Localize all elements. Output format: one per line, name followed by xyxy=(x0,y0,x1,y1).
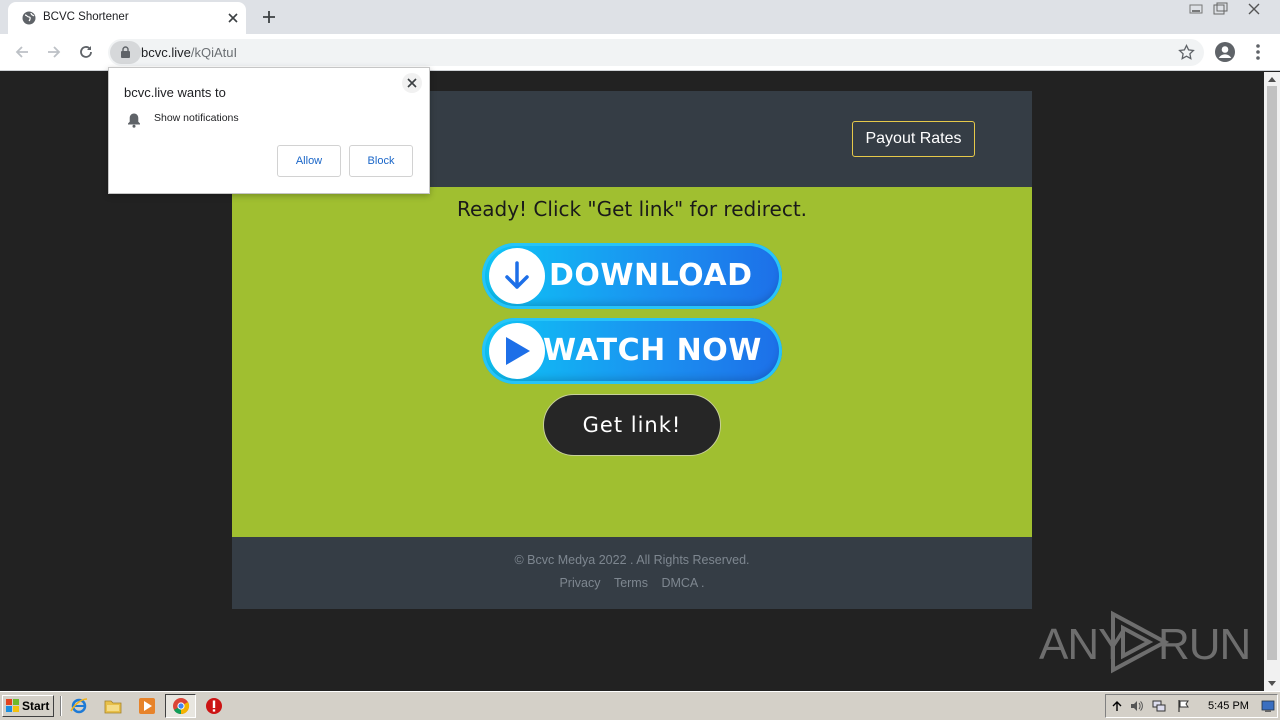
download-label: DOWNLOAD xyxy=(549,258,753,293)
popup-close-button[interactable] xyxy=(402,73,422,93)
anyrun-watermark: ANY RUN xyxy=(1039,610,1251,674)
get-link-button[interactable]: Get link! xyxy=(543,394,721,456)
url-path: /kQiAtuI xyxy=(190,45,238,60)
globe-icon xyxy=(22,11,36,25)
watch-now-ad-button[interactable]: WATCH NOW xyxy=(482,318,782,384)
watch-now-label: WATCH NOW xyxy=(543,333,762,368)
back-arrow-icon[interactable] xyxy=(13,43,31,61)
reload-icon[interactable] xyxy=(77,43,95,61)
dmca-link[interactable]: DMCA . xyxy=(661,576,704,590)
media-player-icon[interactable] xyxy=(138,697,156,715)
forward-arrow-icon[interactable] xyxy=(45,43,63,61)
menu-icon[interactable] xyxy=(1252,43,1264,61)
download-ad-button[interactable]: DOWNLOAD xyxy=(482,243,782,309)
browser-toolbar: bcvc.live/kQiAtuI xyxy=(0,34,1280,71)
site-main: Ready! Click "Get link" for redirect. DO… xyxy=(232,187,1032,537)
scrollbar-thumb[interactable] xyxy=(1267,86,1277,660)
close-icon[interactable] xyxy=(226,11,240,25)
star-icon[interactable] xyxy=(1178,44,1195,61)
terms-link[interactable]: Terms xyxy=(614,576,648,590)
url-text[interactable]: bcvc.live/kQiAtuI xyxy=(141,45,237,60)
tab-strip: BCVC Shortener xyxy=(0,0,1280,34)
site-info-button[interactable] xyxy=(110,41,141,64)
block-button[interactable]: Block xyxy=(349,145,413,177)
vertical-scrollbar[interactable] xyxy=(1264,72,1280,691)
system-tray: 5:45 PM xyxy=(1105,694,1278,718)
watermark-run: RUN xyxy=(1158,620,1251,669)
network-icon[interactable] xyxy=(1152,699,1166,713)
chrome-taskbar-button[interactable] xyxy=(165,694,196,718)
url-host: bcvc.live xyxy=(141,45,191,60)
taskbar-clock[interactable]: 5:45 PM xyxy=(1208,700,1249,712)
windows-logo-icon xyxy=(6,699,19,712)
profile-icon[interactable] xyxy=(1214,41,1236,63)
permission-item: Show notifications xyxy=(154,112,239,124)
tray-expand-icon[interactable] xyxy=(1110,699,1124,713)
maximize-icon[interactable] xyxy=(1208,1,1232,17)
play-icon xyxy=(506,337,530,365)
scroll-down-icon[interactable] xyxy=(1268,681,1276,687)
allow-button[interactable]: Allow xyxy=(277,145,341,177)
volume-icon[interactable] xyxy=(1129,699,1143,713)
download-arrow-icon xyxy=(505,261,529,289)
chrome-icon xyxy=(173,698,190,715)
window-close-icon[interactable] xyxy=(1242,1,1266,17)
minimize-icon[interactable] xyxy=(1184,1,1208,17)
play-circle xyxy=(489,323,545,379)
tab-title: BCVC Shortener xyxy=(43,11,129,23)
copyright-text: © Bcvc Medya 2022 . All Rights Reserved. xyxy=(514,553,750,567)
popup-title: bcvc.live wants to xyxy=(124,85,226,100)
notification-permission-popup: bcvc.live wants to Show notifications Al… xyxy=(108,67,430,194)
browser-tab[interactable]: BCVC Shortener xyxy=(8,2,246,34)
download-circle xyxy=(489,248,545,304)
bell-icon xyxy=(128,113,140,128)
internet-explorer-icon[interactable] xyxy=(70,697,88,715)
plus-icon[interactable] xyxy=(260,8,278,26)
taskbar: Start 5:45 PM xyxy=(0,691,1280,720)
start-label: Start xyxy=(22,699,50,713)
privacy-link[interactable]: Privacy xyxy=(559,576,600,590)
payout-rates-button[interactable]: Payout Rates xyxy=(852,121,975,157)
lock-icon xyxy=(121,46,130,58)
redirect-instructions: Ready! Click "Get link" for redirect. xyxy=(456,197,808,221)
folder-icon[interactable] xyxy=(104,697,122,715)
start-button[interactable]: Start xyxy=(2,695,54,717)
close-icon xyxy=(407,78,417,88)
action-center-flag-icon[interactable] xyxy=(1177,699,1191,713)
address-bar[interactable]: bcvc.live/kQiAtuI xyxy=(108,39,1204,66)
footer-links: Privacy Terms DMCA . xyxy=(232,576,1032,590)
site-footer: © Bcvc Medya 2022 . All Rights Reserved.… xyxy=(232,537,1032,609)
taskbar-separator xyxy=(60,696,62,716)
stop-sign-icon[interactable] xyxy=(205,697,223,715)
show-desktop-icon[interactable] xyxy=(1261,699,1275,713)
scroll-up-icon[interactable] xyxy=(1268,76,1276,82)
